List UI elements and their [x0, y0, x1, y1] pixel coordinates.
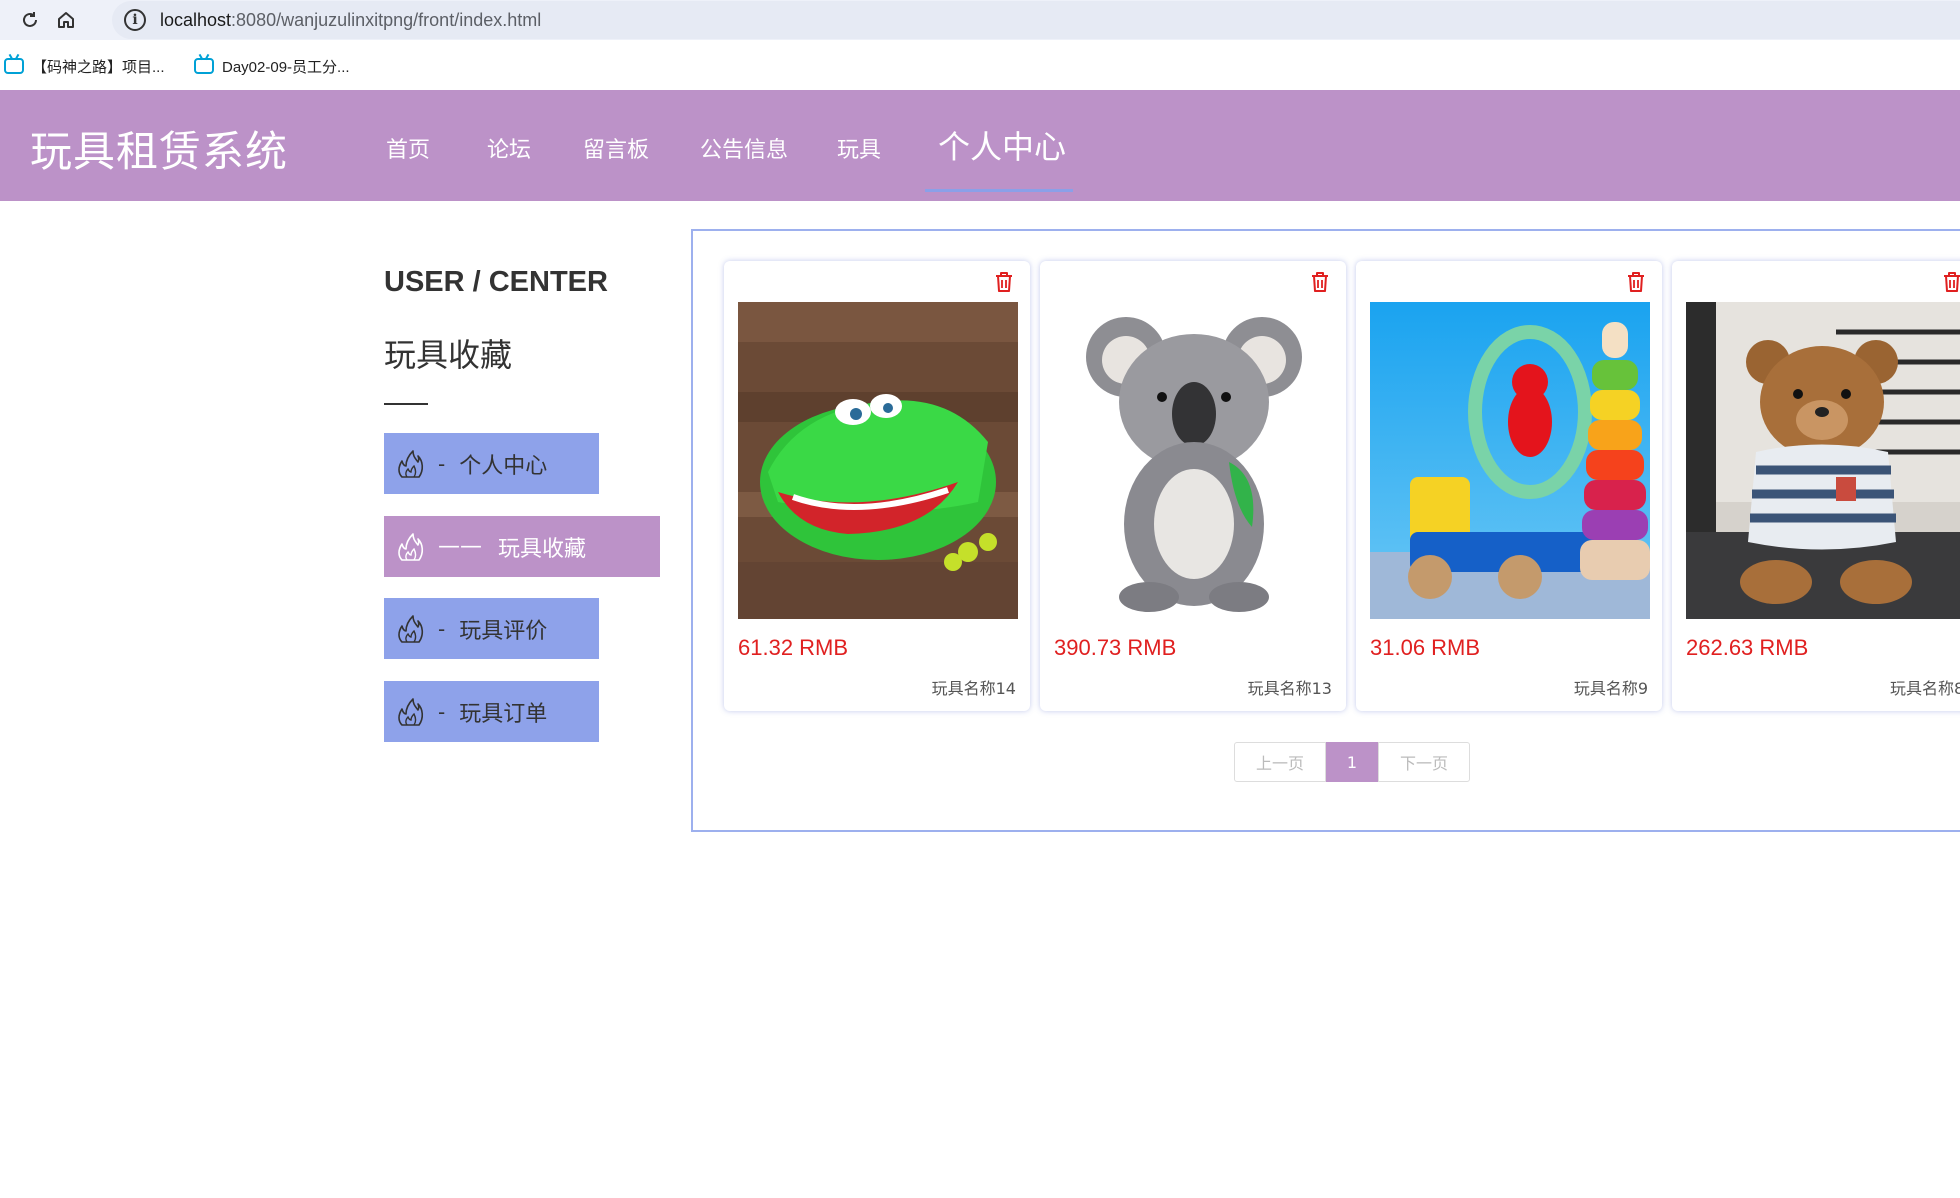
sidebar-item-user-center[interactable]: - 个人中心 — [384, 433, 599, 494]
bookmark-label: 【码神之路】项目... — [32, 58, 165, 76]
url-host: localhost — [160, 9, 232, 30]
bilibili-icon — [4, 58, 24, 74]
nav-user-center[interactable]: 个人中心 — [938, 122, 1066, 168]
next-page-button[interactable]: 下一页 — [1378, 742, 1470, 782]
home-icon[interactable] — [52, 6, 80, 34]
toy-card[interactable]: 31.06 RMB 玩具名称9 — [1356, 261, 1662, 711]
page-number-button[interactable]: 1 — [1326, 742, 1378, 782]
sidebar-item-label: 个人中心 — [459, 453, 548, 479]
user-center-heading: USER / CENTER — [384, 266, 608, 298]
toy-price: 390.73 RMB — [1054, 635, 1177, 660]
bilibili-icon — [194, 58, 214, 74]
favorites-panel: 61.32 RMB 玩具名称14 390.73 RMB 玩具名称13 31.06… — [691, 229, 1960, 832]
toy-image[interactable] — [738, 302, 1018, 619]
flame-icon — [398, 532, 424, 561]
menu-dash: - — [438, 616, 446, 641]
bookmark-label: Day02-09-员工分... — [222, 58, 350, 76]
bookmark-item[interactable]: Day02-09-员工分... — [194, 54, 350, 78]
toy-name: 玩具名称14 — [931, 679, 1016, 698]
toy-name: 玩具名称13 — [1247, 679, 1332, 698]
sidebar-item-label: 玩具评价 — [459, 618, 548, 644]
toy-price: 31.06 RMB — [1370, 635, 1481, 660]
bookmarks-bar: 【码神之路】项目... Day02-09-员工分... — [0, 40, 1960, 90]
toy-image[interactable] — [1370, 302, 1650, 619]
toy-image[interactable] — [1054, 302, 1334, 619]
trash-icon[interactable] — [1626, 271, 1646, 293]
browser-toolbar: i localhost:8080/wanjuzulinxitpng/front/… — [0, 0, 1960, 40]
toy-card[interactable]: 262.63 RMB 玩具名称8 — [1672, 261, 1960, 711]
site-info-icon[interactable]: i — [124, 9, 146, 31]
menu-dash: - — [438, 699, 446, 724]
address-bar[interactable]: i localhost:8080/wanjuzulinxitpng/front/… — [112, 1, 1960, 39]
trash-icon[interactable] — [994, 271, 1014, 293]
trash-icon[interactable] — [1942, 271, 1960, 293]
flame-icon — [398, 449, 424, 478]
section-title: 玩具收藏 — [384, 336, 513, 374]
toy-price: 61.32 RMB — [738, 635, 849, 660]
nav-active-underline — [925, 189, 1073, 192]
bookmark-item[interactable]: 【码神之路】项目... — [4, 54, 165, 78]
sidebar-item-toy-favorites[interactable]: —— 玩具收藏 — [384, 516, 660, 577]
sidebar-item-label: 玩具订单 — [459, 701, 548, 727]
divider — [384, 403, 428, 405]
reload-icon[interactable] — [16, 6, 44, 34]
toy-card[interactable]: 390.73 RMB 玩具名称13 — [1040, 261, 1346, 711]
sidebar-item-label: 玩具收藏 — [498, 536, 587, 562]
nav-forum[interactable]: 论坛 — [487, 132, 531, 164]
toy-name: 玩具名称8 — [1890, 679, 1960, 698]
pagination: 上一页 1 下一页 — [1234, 742, 1470, 782]
url-text: localhost:8080/wanjuzulinxitpng/front/in… — [160, 10, 541, 31]
nav-home[interactable]: 首页 — [386, 132, 430, 164]
menu-dash: - — [438, 451, 446, 476]
toy-name: 玩具名称9 — [1573, 679, 1648, 698]
menu-dash: —— — [438, 534, 482, 559]
site-title: 玩具租赁系统 — [30, 127, 289, 176]
flame-icon — [398, 697, 424, 726]
trash-icon[interactable] — [1310, 271, 1330, 293]
url-path: :8080/wanjuzulinxitpng/front/index.html — [231, 9, 542, 30]
nav-announcements[interactable]: 公告信息 — [700, 132, 788, 164]
prev-page-button[interactable]: 上一页 — [1234, 742, 1326, 782]
nav-message-board[interactable]: 留言板 — [583, 132, 649, 164]
toy-card[interactable]: 61.32 RMB 玩具名称14 — [724, 261, 1030, 711]
toy-image[interactable] — [1686, 302, 1960, 619]
sidebar-item-toy-orders[interactable]: - 玩具订单 — [384, 681, 599, 742]
site-header: 玩具租赁系统 首页 论坛 留言板 公告信息 玩具 个人中心 — [0, 90, 1960, 201]
flame-icon — [398, 614, 424, 643]
sidebar-item-toy-reviews[interactable]: - 玩具评价 — [384, 598, 599, 659]
nav-toys[interactable]: 玩具 — [837, 132, 881, 164]
toy-price: 262.63 RMB — [1686, 635, 1809, 660]
